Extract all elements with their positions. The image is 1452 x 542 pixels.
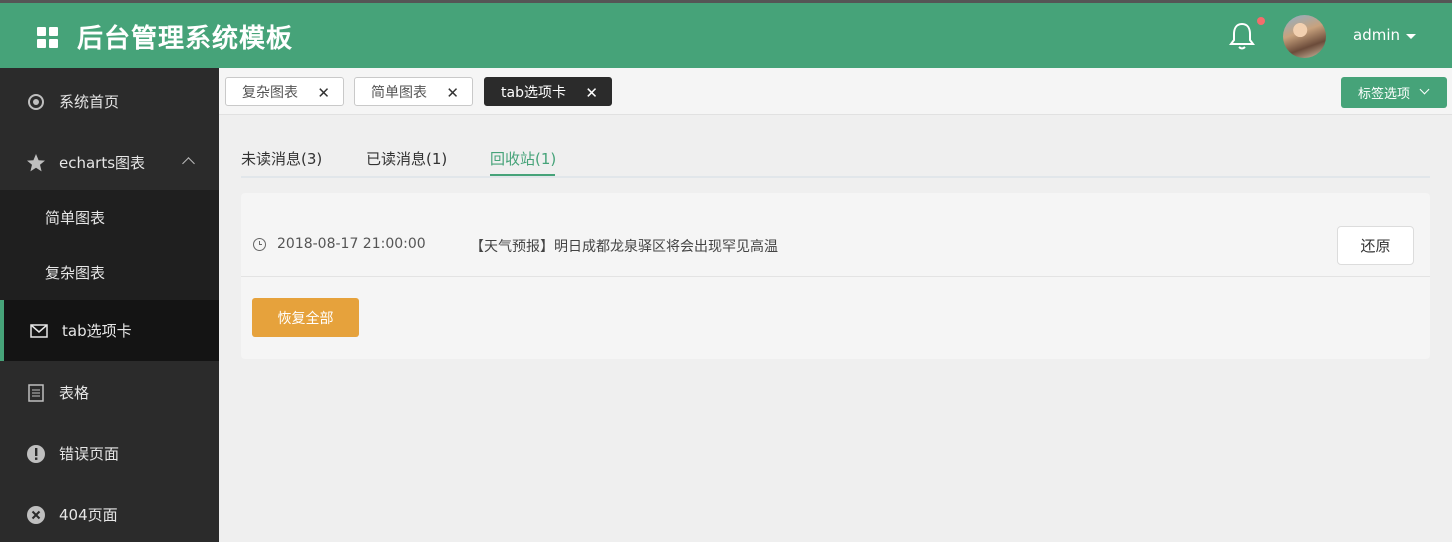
- message-title[interactable]: 【天气预报】明日成都龙泉驿区将会出现罕见高温: [470, 236, 778, 256]
- tag-complex-chart[interactable]: 复杂图表 ✕: [225, 77, 344, 106]
- sidebar-item-label: 错误页面: [59, 445, 120, 463]
- grid-icon[interactable]: [37, 27, 58, 48]
- sidebar-item-label: 系统首页: [59, 93, 120, 111]
- sidebar-item-table[interactable]: 表格: [0, 362, 219, 423]
- sidebar-item-error-page[interactable]: 错误页面: [0, 423, 219, 484]
- tab-recycle-bin[interactable]: 回收站(1): [490, 148, 556, 169]
- sidebar-item-label: 表格: [59, 384, 90, 402]
- tag-tab[interactable]: tab选项卡 ✕: [484, 77, 612, 106]
- tags-bar: 复杂图表 ✕ 简单图表 ✕ tab选项卡 ✕: [219, 68, 1452, 115]
- document-icon: [26, 383, 46, 403]
- sidebar: 系统首页 echarts图表 简单图表 复杂图表 tab选项卡 表格 错误页面: [0, 68, 219, 542]
- tag-label: 简单图表: [371, 84, 427, 101]
- active-indicator: [0, 300, 4, 361]
- tag-simple-chart[interactable]: 简单图表 ✕: [354, 77, 473, 106]
- sidebar-subitem-simple-chart[interactable]: 简单图表: [0, 190, 219, 245]
- close-icon[interactable]: ✕: [585, 84, 598, 102]
- tag-options-label: 标签选项: [1358, 87, 1411, 102]
- restore-button[interactable]: 还原: [1337, 226, 1414, 265]
- warning-icon: [26, 444, 46, 464]
- tag-options-button[interactable]: 标签选项: [1341, 77, 1447, 108]
- tab-read[interactable]: 已读消息(1): [366, 148, 447, 169]
- sidebar-item-label: echarts图表: [59, 154, 146, 172]
- app-title: 后台管理系统模板: [77, 24, 294, 54]
- sidebar-item-404[interactable]: 404页面: [0, 484, 219, 542]
- table-row: 2018-08-17 21:00:00 【天气预报】明日成都龙泉驿区将会出现罕见…: [241, 215, 1430, 277]
- chevron-up-icon: [182, 157, 195, 170]
- notification-badge: [1257, 17, 1265, 25]
- recycle-bin-card: 2018-08-17 21:00:00 【天气预报】明日成都龙泉驿区将会出现罕见…: [241, 193, 1430, 359]
- sidebar-item-label: tab选项卡: [62, 322, 132, 340]
- sidebar-item-label: 404页面: [59, 506, 118, 524]
- star-icon: [26, 153, 46, 173]
- tag-label: tab选项卡: [501, 84, 566, 101]
- message-tabs: 未读消息(3) 已读消息(1) 回收站(1): [241, 141, 1430, 178]
- tab-unread[interactable]: 未读消息(3): [241, 148, 322, 169]
- chevron-down-icon: [1419, 84, 1430, 95]
- bell-icon[interactable]: [1228, 21, 1256, 51]
- message-time: 2018-08-17 21:00:00: [277, 236, 426, 252]
- sidebar-item-label: 简单图表: [45, 209, 106, 227]
- tag-label: 复杂图表: [242, 84, 298, 101]
- sidebar-item-label: 复杂图表: [45, 264, 106, 282]
- top-header: 后台管理系统模板 admin: [0, 0, 1452, 68]
- close-icon[interactable]: ✕: [317, 84, 330, 102]
- mail-icon: [29, 321, 49, 341]
- clock-icon: [253, 238, 266, 251]
- tab-active-indicator: [490, 174, 555, 176]
- sidebar-item-tab[interactable]: tab选项卡: [0, 300, 219, 361]
- dashboard-icon: [26, 92, 46, 112]
- close-icon[interactable]: ✕: [446, 84, 459, 102]
- user-name[interactable]: admin: [1353, 26, 1400, 44]
- sidebar-item-dashboard[interactable]: 系统首页: [0, 71, 219, 132]
- close-circle-icon: [26, 505, 46, 525]
- sidebar-item-echarts[interactable]: echarts图表: [0, 132, 219, 193]
- restore-all-button[interactable]: 恢复全部: [252, 298, 359, 337]
- sidebar-subitem-complex-chart[interactable]: 复杂图表: [0, 245, 219, 300]
- caret-down-icon[interactable]: [1406, 34, 1416, 39]
- avatar[interactable]: [1283, 15, 1326, 58]
